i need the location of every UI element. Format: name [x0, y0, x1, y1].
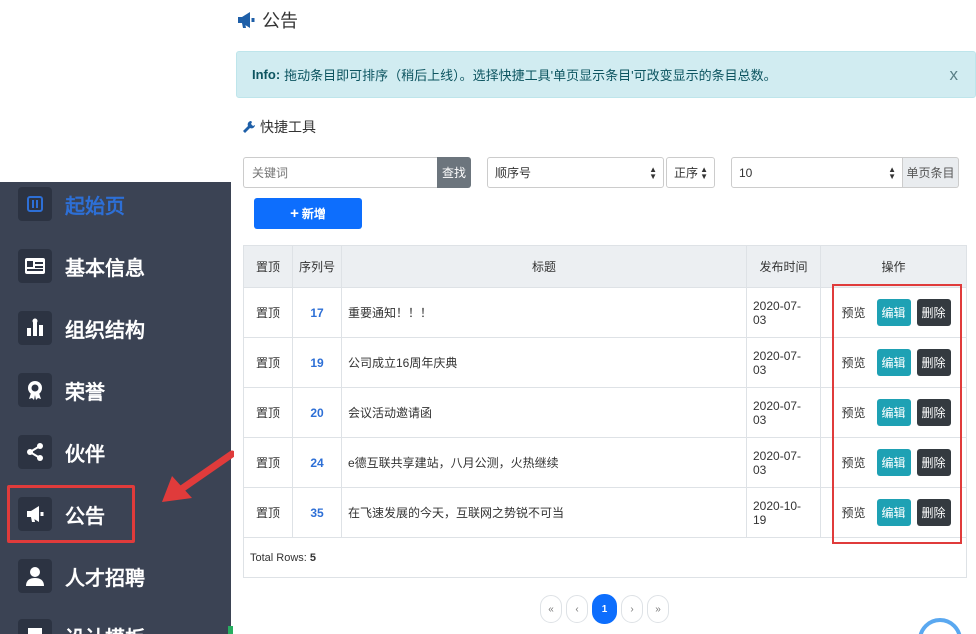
row-date: 2020-10-19 — [753, 498, 802, 527]
sidebar-item-organization[interactable]: 组织结构 — [0, 302, 231, 354]
template-icon — [18, 619, 52, 634]
info-alert: Info: 拖动条目即可排序（稍后上线）。选择快捷工具'单页显示条目'可改变显示… — [236, 51, 976, 98]
tools-title: 快捷工具 — [260, 119, 316, 135]
tools-header: 快捷工具 — [242, 117, 316, 137]
pin-button[interactable]: 置顶 — [256, 354, 280, 371]
header-actions: 操作 — [881, 260, 906, 274]
header-pin[interactable]: 置顶 — [244, 246, 293, 287]
prev-page-button[interactable]: ‹ — [566, 595, 588, 623]
next-page-button[interactable]: › — [621, 595, 643, 623]
header-date[interactable]: 发布时间 — [747, 246, 821, 287]
close-icon[interactable]: x — [950, 65, 959, 85]
page-header: 公告 — [236, 8, 298, 32]
actions-highlight-box — [832, 284, 962, 544]
header-title[interactable]: 标题 — [342, 246, 747, 287]
per-page-label: 单页条目 — [903, 157, 959, 188]
sidebar-item-label: 起始页 — [65, 195, 125, 218]
header-seq[interactable]: 序列号 — [293, 246, 342, 287]
id-card-icon — [18, 249, 52, 283]
info-label: Info: — [252, 67, 281, 82]
plus-icon: + — [290, 205, 299, 222]
org-chart-icon — [18, 311, 52, 345]
search-button[interactable]: 查找 — [437, 157, 471, 188]
sidebar-item-label: 基本信息 — [65, 257, 145, 280]
page-title: 公告 — [262, 11, 298, 31]
updown-arrows-icon: ▲ ▼ — [649, 165, 657, 181]
row-title: 公司成立16周年庆典 — [348, 356, 458, 370]
row-title: e德互联共享建站，八月公测，火热继续 — [348, 456, 559, 470]
sidebar-item-recruitment[interactable]: 人才招聘 — [0, 550, 231, 602]
sidebar-item-label: 伙伴 — [65, 443, 105, 466]
search-input[interactable] — [243, 157, 437, 188]
active-item-highlight-box — [7, 485, 135, 543]
row-date: 2020-07-03 — [753, 348, 802, 377]
pagination: « ‹ 1 › » — [540, 594, 669, 624]
per-page-value: 10 — [739, 165, 753, 180]
pointer-arrow-icon — [162, 450, 234, 502]
last-page-button[interactable]: » — [647, 595, 669, 623]
first-page-button[interactable]: « — [540, 595, 562, 623]
user-icon — [18, 559, 52, 593]
row-date: 2020-07-03 — [753, 398, 802, 427]
seq-number: 17 — [310, 305, 324, 320]
page-1-button[interactable]: 1 — [592, 594, 617, 624]
row-date: 2020-07-03 — [753, 448, 802, 477]
sidebar-item-label: 组织结构 — [65, 319, 145, 342]
pin-button[interactable]: 置顶 — [256, 454, 280, 471]
updown-arrows-icon: ▲ ▼ — [888, 165, 896, 181]
per-page-select[interactable]: 10 ▲ ▼ — [731, 157, 903, 188]
sidebar-item-label: 设计模板 — [65, 622, 145, 634]
info-text: 拖动条目即可排序（稍后上线）。选择快捷工具'单页显示条目'可改变显示的条目总数。 — [284, 68, 777, 83]
row-title: 在飞速发展的今天，互联网之势锐不可当 — [348, 506, 565, 520]
sidebar-item-label: 人才招聘 — [65, 567, 145, 590]
sidebar-item-template[interactable]: 设计模板 — [0, 610, 231, 634]
sidebar-item-honor[interactable]: 荣誉 — [0, 364, 231, 416]
sort-field-select[interactable]: 顺序号 ▲ ▼ — [487, 157, 664, 188]
seq-number: 19 — [310, 355, 324, 370]
sidebar-item-basic-info[interactable]: 基本信息 — [0, 240, 231, 292]
floating-action-icon[interactable] — [918, 618, 962, 634]
seq-number: 20 — [310, 405, 324, 420]
megaphone-icon — [238, 12, 255, 28]
sidebar-item-home[interactable]: 起始页 — [0, 178, 231, 230]
award-icon — [18, 373, 52, 407]
row-title: 重要通知！！！ — [348, 306, 433, 320]
seq-number: 35 — [310, 505, 324, 520]
row-title: 会议活动邀请函 — [348, 406, 433, 420]
add-button-label: 新增 — [301, 207, 326, 221]
page-root: 公告 Info: 拖动条目即可排序（稍后上线）。选择快捷工具'单页显示条目'可改… — [0, 0, 976, 634]
updown-arrows-icon: ▲ ▼ — [700, 165, 708, 181]
seq-number: 24 — [310, 455, 324, 470]
table-header: 置顶 序列号 标题 发布时间 操作 — [244, 246, 966, 288]
pin-button[interactable]: 置顶 — [256, 404, 280, 421]
sidebar-item-label: 荣誉 — [65, 381, 105, 404]
home-icon — [18, 187, 52, 221]
scroll-indicator — [228, 626, 233, 634]
sort-order-value: 正序 — [674, 166, 699, 180]
total-rows-count: 5 — [309, 551, 317, 564]
wrench-icon — [243, 121, 255, 133]
pin-button[interactable]: 置顶 — [256, 304, 280, 321]
sort-field-value: 顺序号 — [495, 166, 532, 180]
sort-order-select[interactable]: 正序 ▲ ▼ — [666, 157, 715, 188]
total-rows-label: Total Rows: — [250, 551, 307, 564]
sidebar: 起始页 基本信息 组织结构 荣誉 伙伴 公告 人才招聘 — [0, 182, 231, 634]
add-button[interactable]: + 新增 — [254, 198, 362, 229]
pin-button[interactable]: 置顶 — [256, 504, 280, 521]
share-icon — [18, 435, 52, 469]
row-date: 2020-07-03 — [753, 298, 802, 327]
